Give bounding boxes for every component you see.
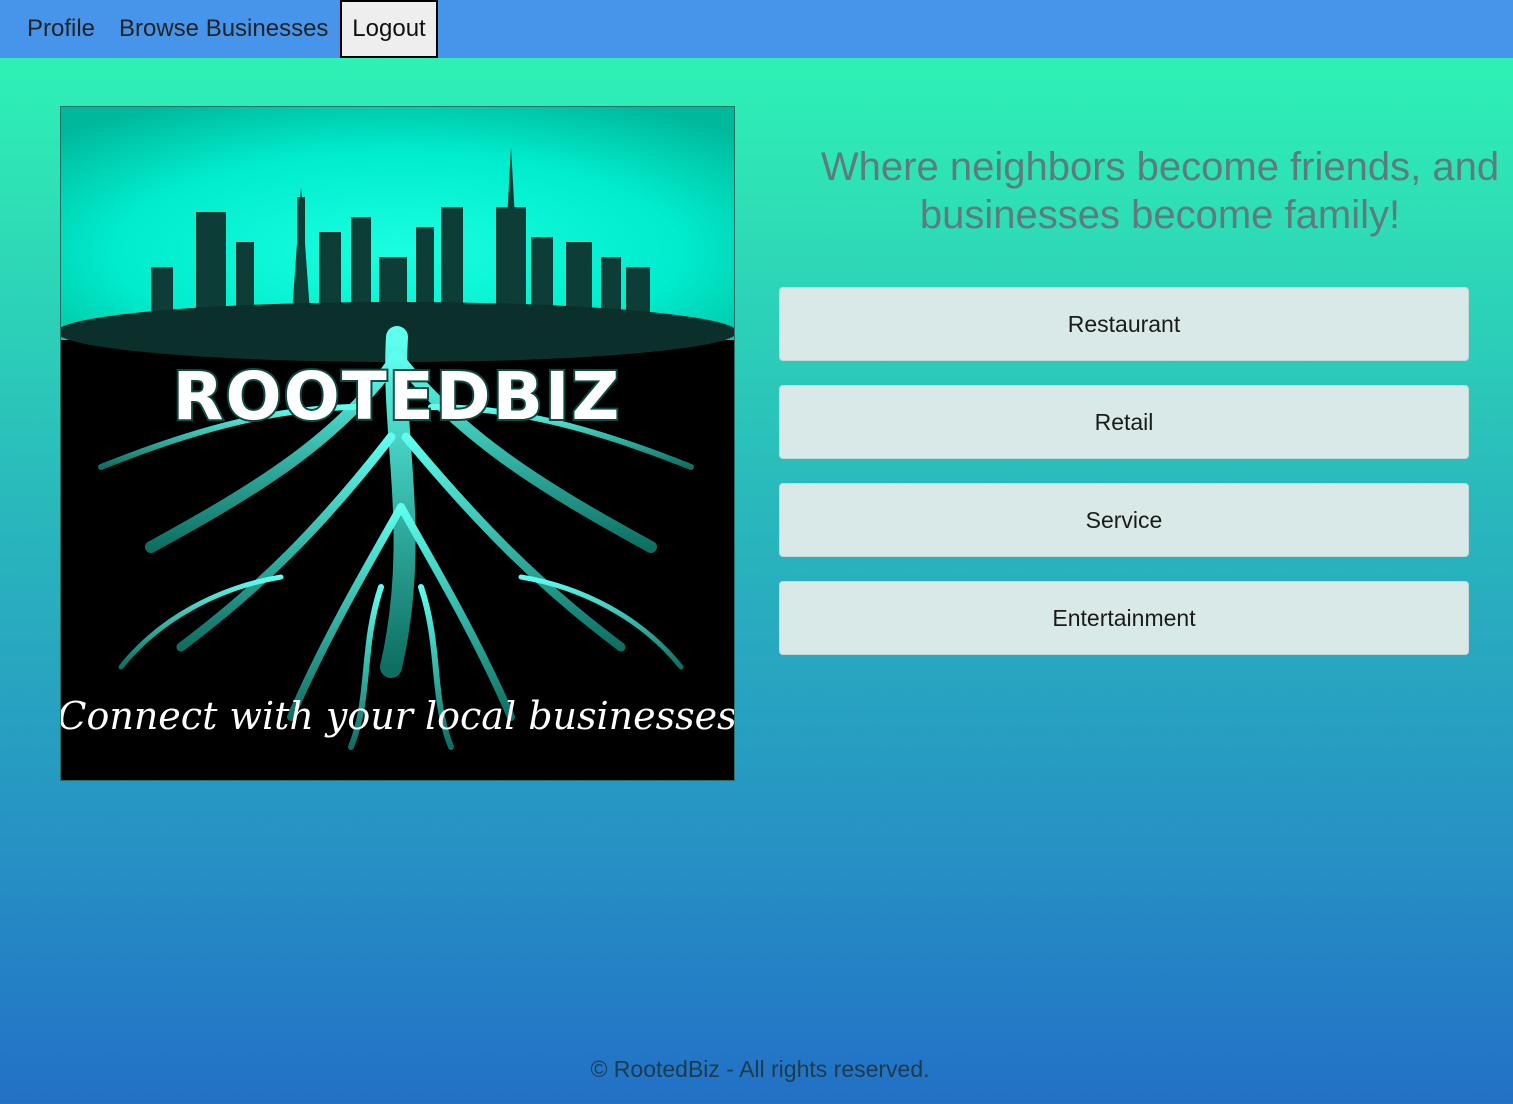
category-button-retail[interactable]: Retail — [779, 385, 1469, 459]
category-button-restaurant[interactable]: Restaurant — [779, 287, 1469, 361]
logo-slogan: Connect with your local businesses — [61, 694, 734, 738]
category-button-service[interactable]: Service — [779, 483, 1469, 557]
category-button-entertainment[interactable]: Entertainment — [779, 581, 1469, 655]
footer-copyright: © RootedBiz - All rights reserved. — [590, 1056, 930, 1082]
nav-link-browse-businesses[interactable]: Browse Businesses — [119, 0, 328, 58]
logout-button[interactable]: Logout — [340, 0, 438, 58]
nav-link-profile[interactable]: Profile — [27, 0, 95, 58]
rootedbiz-logo-image: ROOTEDBIZ Connect with your local busine… — [60, 106, 735, 781]
logo-wordmark: ROOTEDBIZ — [173, 358, 622, 435]
tagline-heading: Where neighbors become friends, and busi… — [820, 145, 1500, 237]
top-navbar: Profile Browse Businesses Logout — [0, 0, 1513, 58]
